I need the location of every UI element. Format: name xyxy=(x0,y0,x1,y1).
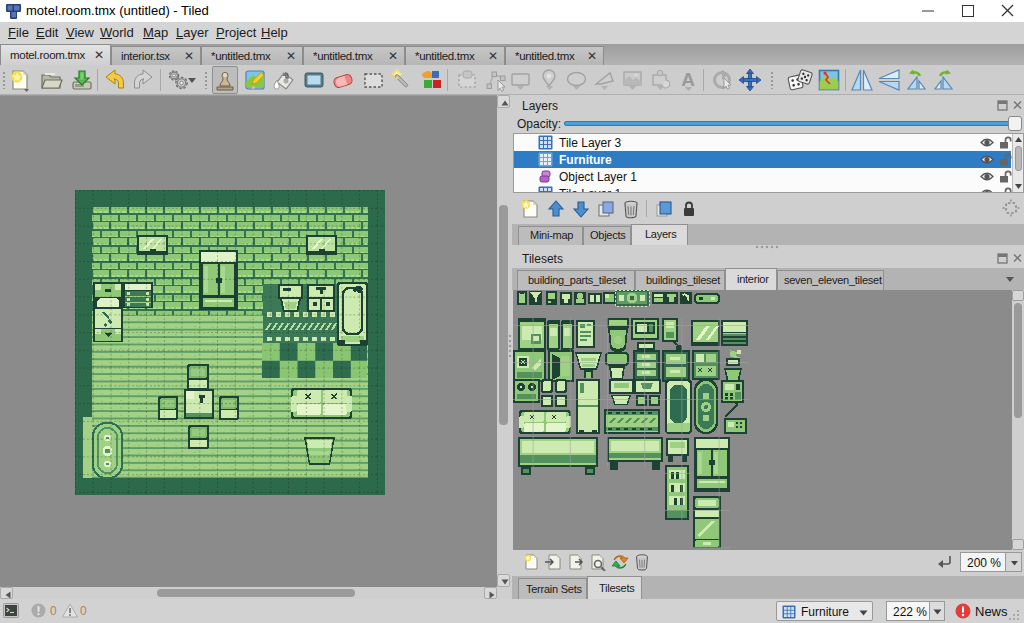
svg-text:A: A xyxy=(681,69,695,90)
